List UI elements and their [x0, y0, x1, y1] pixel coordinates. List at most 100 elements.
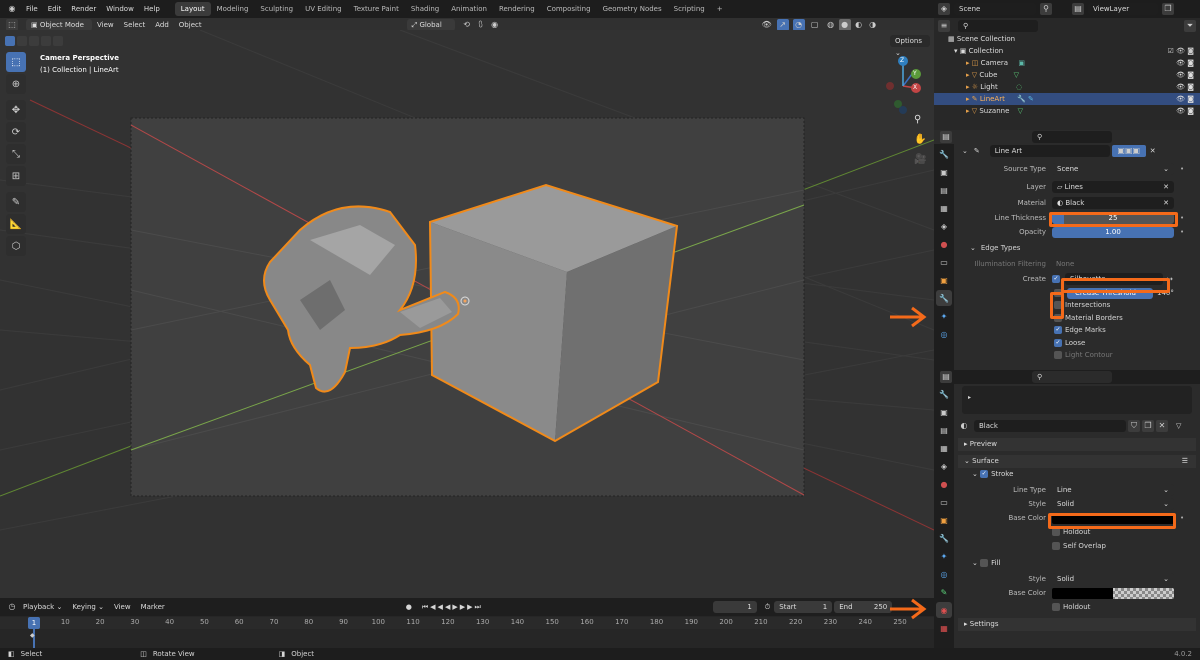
select-subtract-icon[interactable]: [29, 36, 39, 46]
collapse-icon[interactable]: ⌄: [962, 147, 968, 155]
visibility-icons[interactable]: 👁 ◙: [1176, 81, 1194, 93]
tab-compositing[interactable]: Compositing: [541, 2, 597, 16]
overlay-toggle-icon[interactable]: ◔: [792, 18, 805, 31]
keyframe-dot[interactable]: •: [1180, 228, 1184, 236]
transform-tool-icon[interactable]: ⊞: [6, 166, 26, 186]
physics-tab-icon[interactable]: ◎: [936, 566, 952, 582]
option-material-borders[interactable]: Material Borders: [1054, 312, 1196, 325]
select-new-icon[interactable]: [5, 36, 15, 46]
tab-texture-paint[interactable]: Texture Paint: [348, 2, 405, 16]
start-frame-field[interactable]: Start 1: [774, 601, 833, 613]
mode-select[interactable]: ▣ Object Mode ⌄: [26, 18, 92, 41]
scene-icon[interactable]: ◈: [938, 3, 950, 15]
rotate-tool-icon[interactable]: ⟳: [6, 122, 26, 142]
object-data-tab-icon[interactable]: ✎: [936, 584, 952, 600]
gizmo-toggle-icon[interactable]: ↗: [776, 18, 789, 31]
fill-checkbox[interactable]: [980, 559, 989, 567]
outliner-scene-collection[interactable]: ▦ Scene Collection: [934, 33, 1200, 45]
solid-shading-icon[interactable]: ●: [838, 18, 851, 31]
visibility-icons[interactable]: 👁 ◙: [1176, 69, 1194, 81]
pan-hand-icon[interactable]: ✋: [914, 130, 926, 150]
current-frame-field[interactable]: 1: [712, 601, 757, 613]
stroke-subsection-header[interactable]: ⌄ ✓ Stroke: [958, 468, 1196, 481]
preview-section-header[interactable]: ▸ Preview: [958, 438, 1196, 451]
texture-tab-icon[interactable]: ▦: [936, 620, 952, 636]
snap-icon[interactable]: ⩇: [475, 19, 487, 31]
timeline-menu-marker[interactable]: Marker: [136, 598, 170, 616]
edge-types-header[interactable]: ⌄ Edge Types: [958, 239, 1196, 257]
stroke-checkbox[interactable]: ✓: [980, 470, 989, 478]
add-cube-tool-icon[interactable]: ⬡: [6, 236, 26, 256]
outliner-item-cube[interactable]: ▸ ▽ Cube ▽ 👁 ◙: [934, 69, 1200, 81]
view-layer-icon[interactable]: ▤: [1072, 3, 1084, 15]
properties-search-input[interactable]: ⚲: [1032, 371, 1112, 383]
visibility-icons[interactable]: 👁 ◙: [1176, 105, 1194, 117]
checkbox[interactable]: [1054, 351, 1062, 360]
tab-rendering[interactable]: Rendering: [493, 2, 541, 16]
tab-shading[interactable]: Shading: [405, 2, 445, 16]
material-slot-list[interactable]: ▸: [962, 386, 1192, 414]
tool-tab-icon[interactable]: 🔧: [936, 146, 952, 162]
view-layer-field[interactable]: ViewLayer: [1088, 3, 1158, 15]
modifier-name-field[interactable]: Line Art: [989, 145, 1110, 157]
scale-tool-icon[interactable]: ⤡: [6, 144, 26, 164]
xray-icon[interactable]: ▢: [809, 19, 821, 31]
shader-fx-tab-icon[interactable]: ✦: [936, 548, 952, 564]
surface-section-header[interactable]: ⌄ Surface ☰: [958, 455, 1196, 468]
fill-subsection-header[interactable]: ⌄ Fill: [958, 557, 1196, 570]
self-overlap-row[interactable]: Self Overlap: [958, 539, 1196, 553]
visibility-icons[interactable]: ☑ 👁 ◙: [1168, 45, 1194, 57]
stroke-style-select[interactable]: Solid ⌄: [1052, 498, 1174, 510]
render-tab-icon[interactable]: ▣: [936, 404, 952, 420]
outliner-item-light[interactable]: ▸ ☼ Light ◌ 👁 ◙: [934, 81, 1200, 93]
outliner-item-collection[interactable]: ▾ ▣ Collection ☑ 👁 ◙: [934, 45, 1200, 57]
orientation-select[interactable]: ⤢ Global ⌄: [406, 18, 455, 41]
close-icon[interactable]: ✕: [1150, 147, 1156, 155]
add-workspace-button[interactable]: +: [711, 2, 729, 16]
view-layer-tab-icon[interactable]: ▦: [936, 200, 952, 216]
zoom-icon[interactable]: ⚲: [914, 110, 926, 130]
proportional-icon[interactable]: ◉: [489, 19, 501, 31]
layer-field[interactable]: ▱ Lines ✕: [1052, 181, 1174, 193]
filter-icon[interactable]: ▽: [1176, 422, 1181, 430]
select-invert-icon[interactable]: [41, 36, 51, 46]
tab-animation[interactable]: Animation: [445, 2, 493, 16]
fill-color-swatch[interactable]: [1052, 587, 1174, 599]
timeline-menu-view[interactable]: View: [109, 598, 136, 616]
menu-edit[interactable]: Edit: [43, 0, 67, 18]
timeline-menu-keying[interactable]: Keying ⌄: [67, 598, 109, 616]
rendered-shading-icon[interactable]: ◑: [867, 19, 879, 31]
object-tab-icon[interactable]: ▣: [936, 272, 952, 288]
illumination-select[interactable]: None: [1056, 260, 1074, 268]
world-tab-icon[interactable]: ●: [936, 236, 952, 252]
visibility-icon[interactable]: 👁: [761, 19, 773, 31]
checkbox[interactable]: [1052, 603, 1060, 611]
visibility-icons[interactable]: 👁 ◙: [1176, 57, 1194, 69]
modifier-visibility-toggles[interactable]: ▣▣▣: [1111, 145, 1146, 157]
checkbox[interactable]: [1052, 528, 1060, 536]
option-light-contour[interactable]: Light Contour: [1054, 349, 1196, 362]
clock-icon[interactable]: ◷: [6, 601, 18, 613]
blender-logo-icon[interactable]: ◉: [6, 3, 18, 15]
scene-tab-icon[interactable]: ◈: [936, 218, 952, 234]
annotate-tool-icon[interactable]: ✎: [6, 192, 26, 212]
option-edge-marks[interactable]: ✓ Edge Marks: [1054, 324, 1196, 337]
line-type-select[interactable]: Line ⌄: [1052, 484, 1174, 496]
end-frame-field[interactable]: End 250: [834, 601, 893, 613]
properties-search-input[interactable]: ⚲: [1032, 131, 1112, 143]
collection-tab-icon[interactable]: ▭: [936, 494, 952, 510]
timeline-menu-playback[interactable]: Playback ⌄: [18, 598, 67, 616]
material-shading-icon[interactable]: ◐: [853, 19, 865, 31]
tab-geometry-nodes[interactable]: Geometry Nodes: [597, 2, 668, 16]
scene-tab-icon[interactable]: ◈: [936, 458, 952, 474]
material-field[interactable]: ◐ Black ✕: [1052, 197, 1174, 209]
outliner-item-camera[interactable]: ▸ ◫ Camera ▣ 👁 ◙: [934, 57, 1200, 69]
output-tab-icon[interactable]: ▤: [936, 182, 952, 198]
keyframe-dot[interactable]: •: [1180, 165, 1184, 173]
select-extend-icon[interactable]: [17, 36, 27, 46]
physics-tab-icon[interactable]: ◎: [936, 326, 952, 342]
modifier-tab-icon[interactable]: 🔧: [936, 290, 952, 306]
move-tool-icon[interactable]: ✥: [6, 100, 26, 120]
scene-name-field[interactable]: Scene: [954, 3, 1036, 15]
tab-scripting[interactable]: Scripting: [668, 2, 711, 16]
